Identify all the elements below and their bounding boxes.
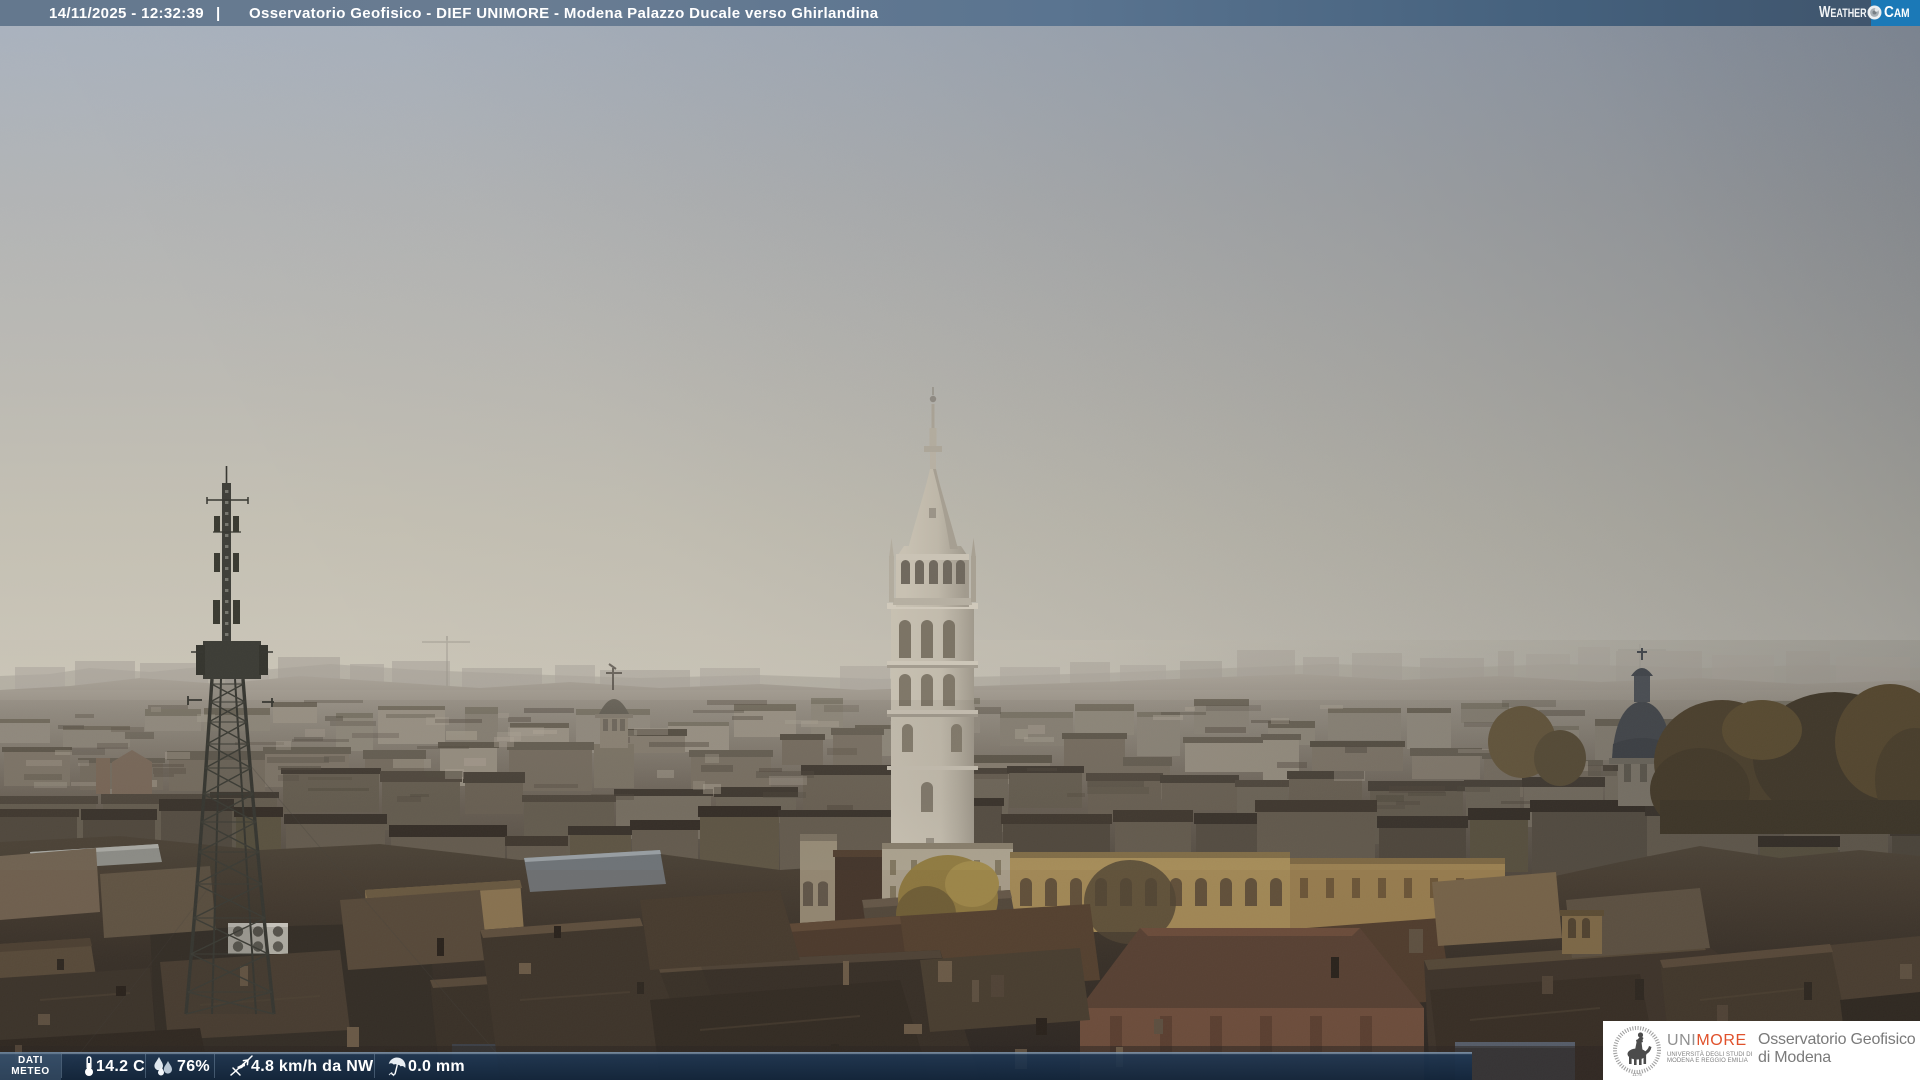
- svg-text:1175: 1175: [1632, 1072, 1642, 1077]
